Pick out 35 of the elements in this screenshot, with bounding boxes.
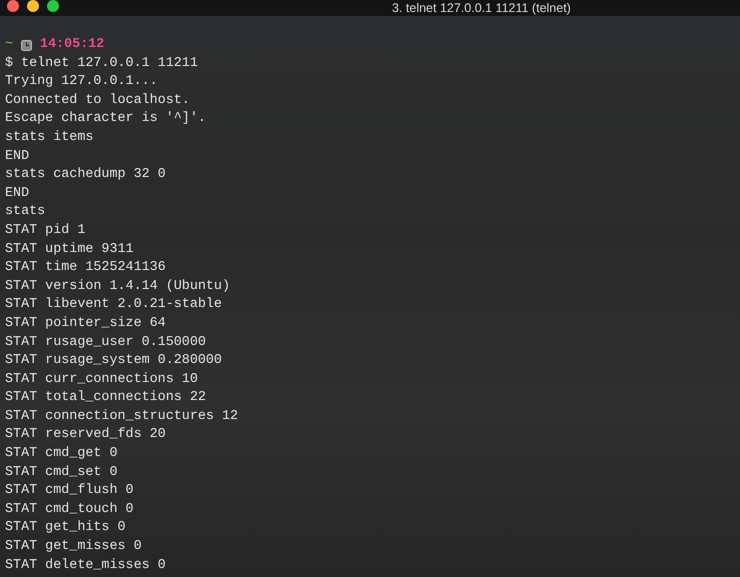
clock-icon (21, 40, 32, 51)
terminal-line: END (5, 184, 30, 203)
terminal-line: STAT uptime 9311 (5, 240, 134, 259)
terminal-line: STAT delete_misses 0 (5, 556, 166, 575)
terminal-line: STAT time 1525241136 (5, 259, 166, 278)
terminal-line: STAT connection_structures 12 (5, 408, 238, 426)
terminal-line: stats items (5, 128, 94, 147)
prompt-time: 14:05:12 (40, 36, 104, 54)
terminal-line: END (5, 148, 30, 166)
terminal-line: STAT get_misses 0 (5, 538, 142, 556)
terminal-line: STAT version 1.4.14 (Ubuntu) (5, 278, 230, 296)
terminal-line: Connected to localhost. (5, 92, 190, 110)
minimize-button[interactable] (27, 0, 39, 12)
terminal-line: STAT get_hits 0 (5, 519, 126, 538)
close-button[interactable] (7, 0, 19, 12)
terminal-line: STAT reserved_fds 20 (5, 426, 166, 444)
terminal-line: Escape character is '^]'. (5, 110, 206, 128)
terminal-line: stats (5, 203, 46, 222)
terminal-line: stats cachedump 32 0 (5, 166, 166, 184)
prompt-directory: ~ (5, 36, 14, 54)
window-title: 3. telnet 127.0.0.1 11211 (telnet) (392, 1, 571, 15)
terminal-line: STAT curr_connections 10 (5, 370, 198, 389)
terminal-line: STAT total_connections 22 (5, 389, 206, 408)
terminal-line: STAT cmd_touch 0 (5, 500, 134, 519)
terminal-line: STAT pid 1 (5, 222, 86, 240)
terminal-line: STAT cmd_set 0 (5, 464, 118, 482)
terminal-line: STAT libevent 2.0.21-stable (5, 296, 222, 314)
terminal-line: $ telnet 127.0.0.1 11211 (5, 54, 198, 73)
terminal-line: STAT rusage_user 0.150000 (5, 334, 206, 352)
terminal-line: STAT cmd_get 0 (5, 445, 118, 464)
terminal-line: STAT rusage_system 0.280000 (5, 352, 222, 370)
terminal-line: STAT pointer_size 64 (5, 314, 166, 333)
terminal-line: STAT cmd_flush 0 (5, 482, 134, 500)
terminal-line: Trying 127.0.0.1... (5, 73, 158, 92)
zoom-button[interactable] (47, 0, 59, 12)
